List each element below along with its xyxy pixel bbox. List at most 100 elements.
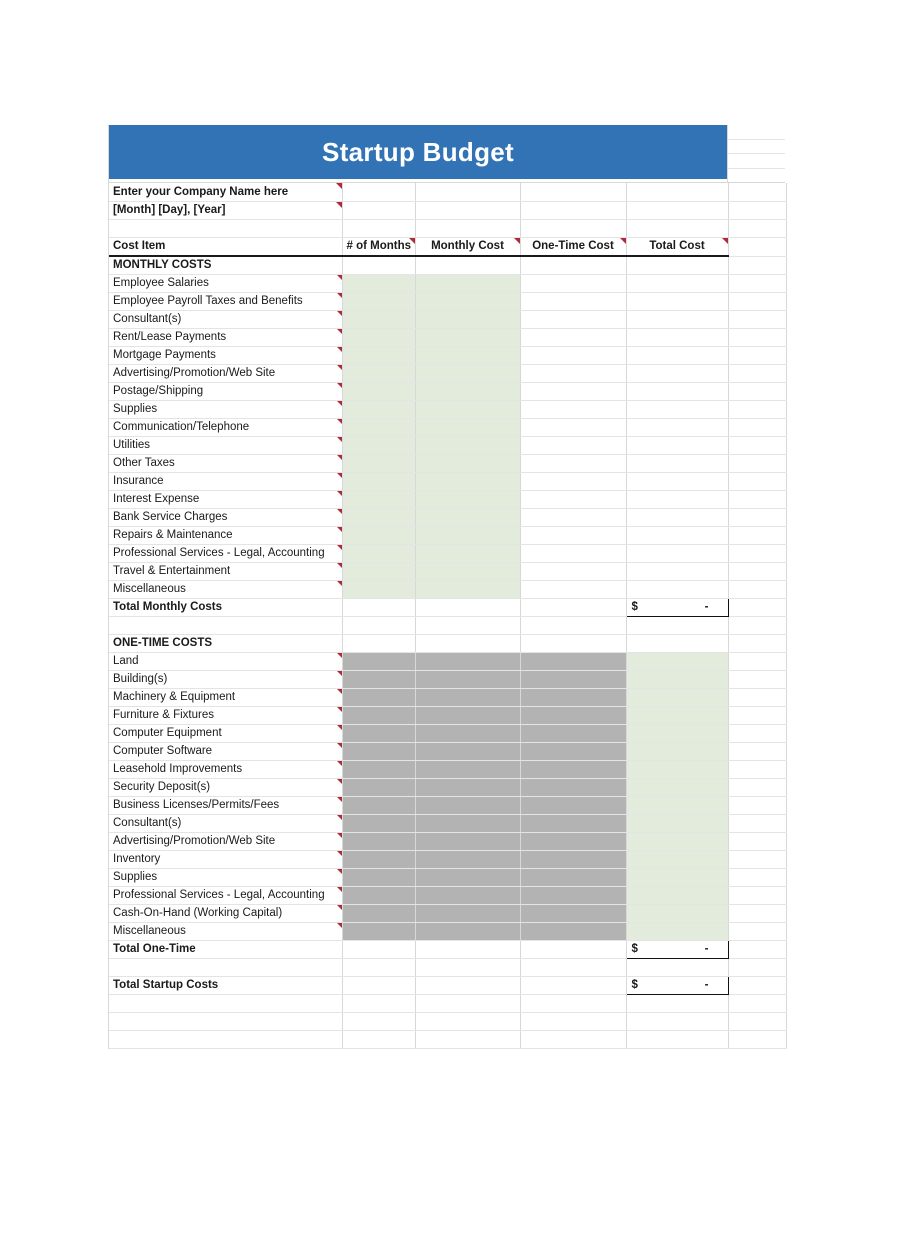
cell-one_time_cost[interactable] <box>520 454 627 473</box>
cell-monthly_cost[interactable] <box>415 580 521 599</box>
cell-total_cost[interactable] <box>626 760 729 779</box>
cell-monthly_cost[interactable] <box>415 364 521 383</box>
cell-one_time_cost[interactable] <box>520 219 627 238</box>
cell-monthly_cost[interactable] <box>415 958 521 977</box>
cell-total_cost[interactable] <box>626 183 729 202</box>
cell-total_cost[interactable] <box>626 1030 729 1049</box>
cell-num_months[interactable] <box>342 346 416 365</box>
cell-one_time_cost[interactable] <box>520 526 627 545</box>
cell-num_months[interactable] <box>342 310 416 329</box>
cell-monthly_cost[interactable] <box>415 508 521 527</box>
cell-total_cost[interactable] <box>626 706 729 725</box>
cell-num_months[interactable] <box>342 634 416 653</box>
cell-one_time_cost[interactable] <box>520 544 627 563</box>
cell-one_time_cost[interactable] <box>520 1012 627 1031</box>
cell-total_cost[interactable] <box>626 868 729 887</box>
cell-total_cost[interactable] <box>626 219 729 238</box>
cell-one_time_cost[interactable] <box>520 616 627 635</box>
cell-one_time_cost[interactable] <box>520 580 627 599</box>
cell-monthly_cost[interactable] <box>415 454 521 473</box>
cell-one_time_cost[interactable] <box>520 562 627 581</box>
cell-total_cost[interactable] <box>626 201 729 220</box>
cell-total_cost[interactable] <box>626 832 729 851</box>
cell-total_cost[interactable] <box>626 256 729 275</box>
cell-num_months[interactable] <box>342 382 416 401</box>
cell-one_time_cost[interactable] <box>520 183 627 202</box>
cell-num_months[interactable] <box>342 562 416 581</box>
cell-total_cost[interactable] <box>626 958 729 977</box>
cell-one_time_cost[interactable] <box>520 328 627 347</box>
cell-monthly_cost[interactable] <box>415 183 521 202</box>
cell-total_cost[interactable] <box>626 634 729 653</box>
cell-num_months[interactable] <box>342 580 416 599</box>
cell-num_months[interactable] <box>342 958 416 977</box>
cell-monthly_cost[interactable] <box>415 274 521 293</box>
cell-num_months[interactable] <box>342 994 416 1013</box>
cell-total_cost[interactable] <box>626 796 729 815</box>
cell-monthly_cost[interactable] <box>415 994 521 1013</box>
cell-monthly_cost[interactable] <box>415 418 521 437</box>
cell-num_months[interactable] <box>342 526 416 545</box>
cell-one_time_cost[interactable] <box>520 274 627 293</box>
cell-monthly_cost[interactable] <box>415 219 521 238</box>
cell-monthly_cost[interactable] <box>415 544 521 563</box>
cell-total_cost[interactable] <box>626 904 729 923</box>
cell-num_months[interactable] <box>342 472 416 491</box>
cell-total_cost[interactable] <box>626 814 729 833</box>
cell-num_months[interactable] <box>342 454 416 473</box>
cell-monthly_cost[interactable] <box>415 346 521 365</box>
cell-total_cost[interactable] <box>626 724 729 743</box>
cell-total_cost[interactable] <box>626 922 729 941</box>
cell-num_months[interactable] <box>342 219 416 238</box>
cell-one_time_cost[interactable] <box>520 382 627 401</box>
cell-monthly_cost[interactable] <box>415 292 521 311</box>
cell-monthly_cost[interactable] <box>415 201 521 220</box>
cell-num_months[interactable] <box>342 274 416 293</box>
cell-one_time_cost[interactable] <box>520 292 627 311</box>
cell-one_time_cost[interactable] <box>520 346 627 365</box>
cell-one_time_cost[interactable] <box>520 1030 627 1049</box>
cell-monthly_cost[interactable] <box>415 1030 521 1049</box>
cell-monthly_cost[interactable] <box>415 526 521 545</box>
company-name-field[interactable]: Enter your Company Name here <box>109 183 343 202</box>
cell-one_time_cost[interactable] <box>520 634 627 653</box>
cell-num_months[interactable] <box>342 256 416 275</box>
cell-num_months[interactable] <box>342 328 416 347</box>
cell-num_months[interactable] <box>342 418 416 437</box>
cell-one_time_cost[interactable] <box>520 436 627 455</box>
cell-total_cost[interactable] <box>626 742 729 761</box>
cell-monthly_cost[interactable] <box>415 490 521 509</box>
cell-num_months[interactable] <box>342 201 416 220</box>
cell-one_time_cost[interactable] <box>520 994 627 1013</box>
cell-num_months[interactable] <box>342 544 416 563</box>
cell-monthly_cost[interactable] <box>415 310 521 329</box>
cell-num_months[interactable] <box>342 292 416 311</box>
cell-total_cost[interactable] <box>626 670 729 689</box>
cell-num_months[interactable] <box>342 400 416 419</box>
cell-total_cost[interactable] <box>626 616 729 635</box>
cell-total_cost[interactable] <box>626 652 729 671</box>
cell-num_months[interactable] <box>342 508 416 527</box>
cell-monthly_cost[interactable] <box>415 256 521 275</box>
cell-num_months[interactable] <box>342 183 416 202</box>
cell-num_months[interactable] <box>342 436 416 455</box>
cell-total_cost[interactable] <box>626 688 729 707</box>
cell-total_cost[interactable] <box>626 778 729 797</box>
company-date-field[interactable]: [Month] [Day], [Year] <box>109 201 343 220</box>
cell-total_cost[interactable] <box>626 886 729 905</box>
cell-one_time_cost[interactable] <box>520 418 627 437</box>
cell-one_time_cost[interactable] <box>520 256 627 275</box>
cell-monthly_cost[interactable] <box>415 328 521 347</box>
cell-num_months[interactable] <box>342 1030 416 1049</box>
cell-num_months[interactable] <box>342 490 416 509</box>
cell-one_time_cost[interactable] <box>520 958 627 977</box>
cell-one_time_cost[interactable] <box>520 364 627 383</box>
cell-total_cost[interactable] <box>626 1012 729 1031</box>
cell-monthly_cost[interactable] <box>415 436 521 455</box>
cell-one_time_cost[interactable] <box>520 310 627 329</box>
cell-monthly_cost[interactable] <box>415 634 521 653</box>
cell-total_cost[interactable] <box>626 850 729 869</box>
cell-one_time_cost[interactable] <box>520 508 627 527</box>
cell-monthly_cost[interactable] <box>415 1012 521 1031</box>
cell-one_time_cost[interactable] <box>520 400 627 419</box>
